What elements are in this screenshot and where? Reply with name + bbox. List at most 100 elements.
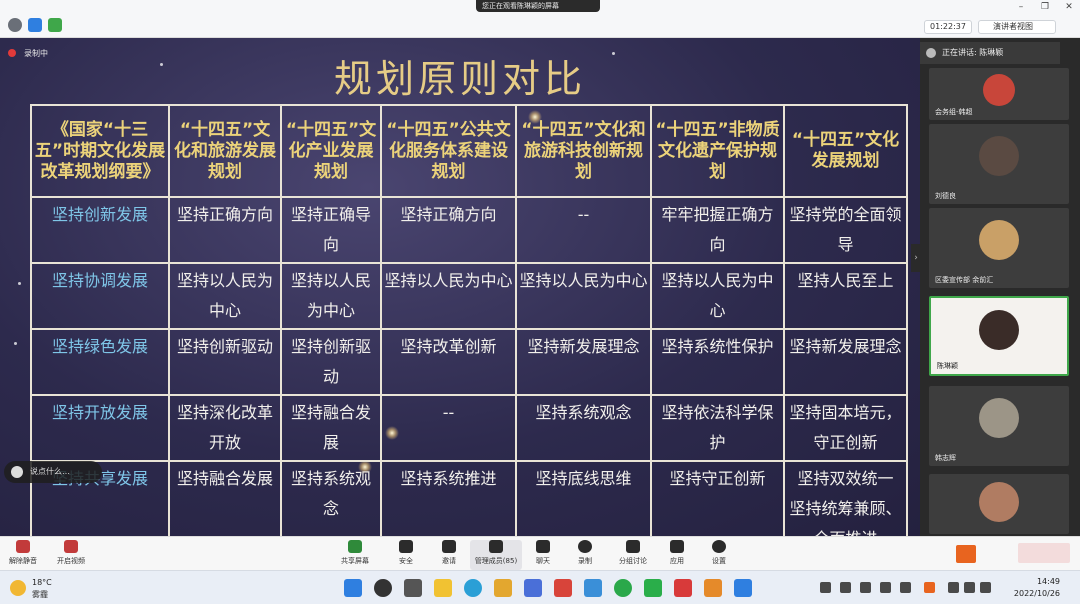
invite-button[interactable]: 邀请 (426, 540, 472, 570)
tray-icon[interactable] (860, 582, 871, 593)
table-header: 《国家“十三五”时期文化发展改革规划纲要》 (30, 104, 170, 198)
table-cell: 坚持创新驱动 (280, 328, 382, 396)
weather-icon (10, 580, 26, 596)
table-cell: 坚持以人民为中心 (168, 262, 282, 330)
mic-muted-icon (16, 540, 30, 553)
app-icon[interactable] (554, 579, 572, 597)
breakout-button[interactable]: 分组讨论 (610, 540, 656, 570)
volume-icon[interactable] (964, 582, 975, 593)
signal-icon[interactable] (48, 18, 62, 32)
table-cell: 坚持底线思维 (515, 460, 652, 536)
participant-name: 刘德良 (935, 192, 956, 200)
weather-desc: 雾霾 (32, 590, 48, 599)
invite-label: 邀请 (442, 557, 456, 565)
avatar (979, 220, 1019, 260)
table-header: “十四五”文化发展规划 (783, 104, 908, 198)
table-cell: 坚持正确导向 (280, 196, 382, 264)
decor-star (18, 282, 21, 285)
participant-name: 会务组-韩超 (935, 108, 973, 116)
chat-icon (536, 540, 550, 553)
table-cell: 坚持协调发展 (30, 262, 170, 330)
app-icon[interactable] (614, 579, 632, 597)
table-row: 坚持创新发展 坚持正确方向 坚持正确导向 坚持正确方向 -- 牢牢把握正确方向 … (30, 196, 908, 264)
chat-input-pill[interactable]: 说点什么… (4, 461, 102, 483)
end-meeting-icon[interactable] (1018, 543, 1070, 563)
avatar (983, 74, 1015, 106)
participant-tile[interactable]: 区委宣传部 余前汇 (929, 208, 1069, 288)
settings-button[interactable]: 设置 (696, 540, 742, 570)
meeting-timer: 01:22:37 (924, 20, 972, 34)
task-view-icon[interactable] (404, 579, 422, 597)
chat-label: 聊天 (536, 557, 550, 565)
avatar (979, 482, 1019, 522)
table-cell: 坚持新发展理念 (783, 328, 908, 396)
info-icon[interactable] (8, 18, 22, 32)
plan-principles-table: 《国家“十三五”时期文化发展改革规划纲要》 “十四五”文化和旅游发展规划 “十四… (30, 104, 908, 536)
table-cell: 坚持创新驱动 (168, 328, 282, 396)
input-method-icon[interactable] (956, 545, 976, 563)
table-row: 坚持共享发展 坚持融合发展 坚持系统观念 坚持系统推进 坚持底线思维 坚持守正创… (30, 460, 908, 536)
slide-title: 规划原则对比 (333, 57, 586, 101)
table-cell: 坚持正确方向 (380, 196, 517, 264)
shield-icon[interactable] (28, 18, 42, 32)
table-header: “十四五”公共文化服务体系建设规划 (380, 104, 517, 198)
wechat-icon[interactable] (644, 579, 662, 597)
restore-icon[interactable]: ❐ (1034, 0, 1056, 14)
table-cell: 坚持创新发展 (30, 196, 170, 264)
apps-icon (670, 540, 684, 553)
folder-icon[interactable] (494, 579, 512, 597)
participant-tile[interactable] (929, 474, 1069, 534)
viewing-screen-banner: 您正在观看陈琳颖的屏幕 (476, 0, 600, 12)
apps-button[interactable]: 应用 (654, 540, 700, 570)
app-icon[interactable] (704, 579, 722, 597)
search-icon[interactable] (374, 579, 392, 597)
app-icon[interactable] (584, 579, 602, 597)
battery-icon[interactable] (980, 582, 991, 593)
table-cell: 坚持系统性保护 (650, 328, 785, 396)
members-icon (489, 540, 503, 553)
wps-icon[interactable] (674, 579, 692, 597)
unmute-button[interactable]: 解除静音 (0, 540, 46, 570)
chat-button[interactable]: 聊天 (520, 540, 566, 570)
wifi-icon[interactable] (948, 582, 959, 593)
participant-name: 陈琳颖 (937, 362, 958, 370)
minimize-icon[interactable]: – (1010, 0, 1032, 14)
edge-icon[interactable] (464, 579, 482, 597)
share-screen-button[interactable]: 共享屏幕 (332, 540, 378, 570)
table-cell: 坚持深化改革开放 (168, 394, 282, 462)
tray-icon[interactable] (820, 582, 831, 593)
participant-tile[interactable]: 会务组-韩超 (929, 68, 1069, 120)
manage-members-button[interactable]: 管理成员(85) (470, 540, 522, 570)
table-header-row: 《国家“十三五”时期文化发展改革规划纲要》 “十四五”文化和旅游发展规划 “十四… (30, 104, 908, 198)
speaking-indicator: 正在讲话: 陈琳颖 (920, 42, 1060, 64)
participant-tile[interactable]: 韩志辉 (929, 386, 1069, 466)
speaker-view-button[interactable]: 演讲者视图 (978, 20, 1056, 34)
table-header: “十四五”非物质文化遗产保护规划 (650, 104, 785, 198)
app-icon[interactable] (524, 579, 542, 597)
table-cell: 坚持新发展理念 (515, 328, 652, 396)
unmute-label: 解除静音 (9, 557, 37, 565)
tray-icon[interactable] (840, 582, 851, 593)
tray-icon[interactable] (924, 582, 935, 593)
participant-name: 韩志辉 (935, 454, 956, 462)
security-label: 安全 (399, 557, 413, 565)
mic-icon[interactable] (880, 582, 891, 593)
meeting-app-icon[interactable] (734, 579, 752, 597)
record-label: 录制 (578, 557, 592, 565)
start-video-button[interactable]: 开启视频 (48, 540, 94, 570)
table-cell: 坚持开放发展 (30, 394, 170, 462)
table-cell: 坚持系统观念 (280, 460, 382, 536)
security-button[interactable]: 安全 (383, 540, 429, 570)
avatar (979, 398, 1019, 438)
record-button[interactable]: 录制 (562, 540, 608, 570)
file-explorer-icon[interactable] (434, 579, 452, 597)
tray-icon[interactable] (900, 582, 911, 593)
close-icon[interactable]: ✕ (1058, 0, 1080, 14)
participant-tile-active[interactable]: 陈琳颖 (929, 296, 1069, 376)
participant-tile[interactable]: 刘德良 (929, 124, 1069, 204)
start-icon[interactable] (344, 579, 362, 597)
record-icon (578, 540, 592, 553)
share-screen-label: 共享屏幕 (341, 557, 369, 565)
weather-widget[interactable]: 18°C 雾霾 (10, 576, 90, 600)
system-clock[interactable]: 14:49 2022/10/26 (1000, 576, 1060, 600)
